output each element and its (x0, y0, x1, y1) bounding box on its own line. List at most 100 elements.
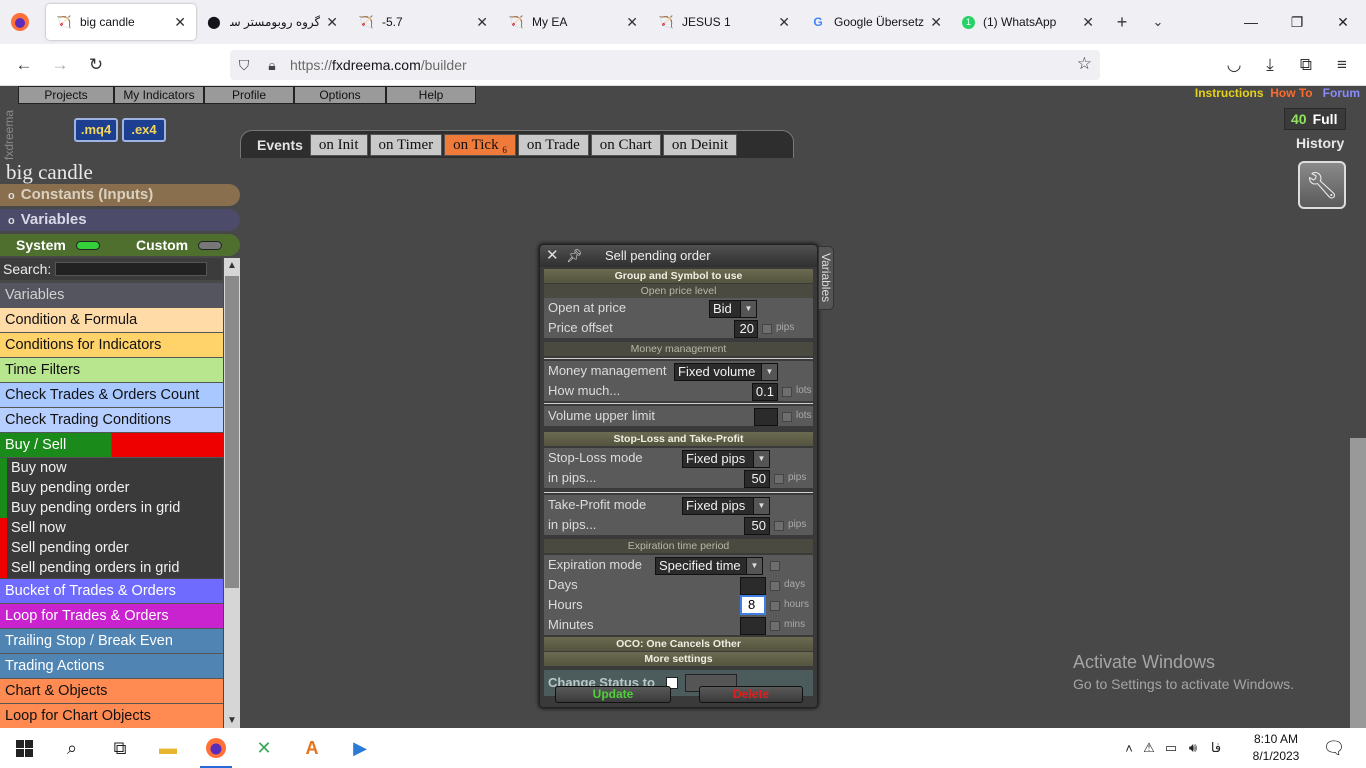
back-icon[interactable]: ← (6, 47, 42, 83)
volume-limit-input[interactable] (754, 408, 778, 426)
tp-pips-checkbox[interactable] (774, 521, 784, 531)
sl-pips-input[interactable]: 50 (744, 470, 770, 488)
category-trading-actions[interactable]: Trading Actions (0, 654, 223, 679)
sl-pips-checkbox[interactable] (774, 474, 784, 484)
category-bucket[interactable]: Bucket of Trades & Orders (0, 579, 223, 604)
close-dialog-icon[interactable]: ✕ (546, 245, 559, 267)
days-checkbox[interactable] (770, 581, 780, 591)
pin-icon[interactable]: 📌︎ (566, 245, 583, 267)
section-group-symbol[interactable]: Group and Symbol to use (544, 269, 813, 283)
price-offset-input[interactable]: 20 (734, 320, 758, 338)
variables-side-tab[interactable]: Variables (818, 246, 834, 310)
close-tab-icon[interactable]: ✕ (174, 14, 186, 31)
category-check-trading-conditions[interactable]: Check Trading Conditions (0, 408, 223, 433)
volume-limit-checkbox[interactable] (782, 412, 792, 422)
download-icon[interactable]: ⤓ (1252, 47, 1288, 83)
system-toggle[interactable] (76, 241, 100, 250)
scroll-up-icon[interactable]: ▲ (224, 260, 240, 271)
new-tab-icon[interactable]: + (1104, 4, 1140, 40)
menu-profile[interactable]: Profile (204, 86, 294, 104)
days-input[interactable] (740, 577, 766, 595)
autocad-icon[interactable]: A (288, 728, 336, 768)
money-management-select[interactable]: Fixed volume ▼ (674, 363, 778, 381)
menu-my-indicators[interactable]: My Indicators (114, 86, 204, 104)
trading-app-icon[interactable]: ✕ (240, 728, 288, 768)
open-at-price-select[interactable]: Bid ▼ (709, 300, 757, 318)
block-counter[interactable]: 40 Full (1284, 108, 1346, 130)
category-check-trades[interactable]: Check Trades & Orders Count (0, 383, 223, 408)
category-loop-chart-objects[interactable]: Loop for Chart Objects (0, 704, 223, 728)
clock[interactable]: 8:10 AM 8/1/2023 (1240, 731, 1312, 765)
volume-icon[interactable]: 🔊︎ (1182, 740, 1204, 756)
tab-robomaster[interactable]: ⬤ گروه روبومستر سا ✕ (196, 4, 348, 40)
sl-mode-select[interactable]: Fixed pips ▼ (682, 450, 770, 468)
tab-on-tick[interactable]: on Tick 6 (444, 133, 516, 156)
shield-icon[interactable]: ⛉ (230, 57, 258, 74)
category-variables[interactable]: Variables (0, 283, 223, 308)
category-buy-sell[interactable]: Buy / Sell (0, 433, 223, 458)
windows-start-icon[interactable] (0, 728, 48, 768)
mq4-button[interactable]: .mq4 (74, 118, 118, 142)
file-explorer-icon[interactable]: ▬ (144, 728, 192, 768)
how-much-checkbox[interactable] (782, 387, 792, 397)
firefox-taskbar-icon[interactable] (192, 728, 240, 768)
delete-button[interactable]: Delete (699, 686, 803, 703)
tab-on-deinit[interactable]: on Deinit (662, 133, 738, 156)
minutes-input[interactable] (740, 617, 766, 635)
category-time-filters[interactable]: Time Filters (0, 358, 223, 383)
minutes-checkbox[interactable] (770, 621, 780, 631)
task-view-icon[interactable]: ⧉ (96, 728, 144, 768)
price-offset-checkbox[interactable] (762, 324, 772, 334)
tab-on-init[interactable]: on Init (309, 133, 368, 156)
hamburger-menu-icon[interactable]: ≡ (1324, 47, 1360, 83)
reload-icon[interactable]: ↻ (78, 47, 114, 83)
bookmark-star-icon[interactable]: ☆ (1077, 54, 1092, 74)
scroll-thumb[interactable] (225, 276, 239, 588)
menu-options[interactable]: Options (294, 86, 386, 104)
tab-on-timer[interactable]: on Timer (369, 133, 443, 156)
category-loop-trades[interactable]: Loop for Trades & Orders (0, 604, 223, 629)
custom-toggle[interactable] (198, 241, 222, 250)
extensions-icon[interactable]: ⧉ (1288, 47, 1324, 83)
close-tab-icon[interactable]: ✕ (626, 14, 638, 31)
url-bar[interactable]: ⛉ 🔒︎ https://fxdreema.com/builder ☆ (230, 50, 1100, 80)
pocket-icon[interactable]: ◡ (1216, 47, 1252, 83)
update-button[interactable]: Update (555, 686, 671, 703)
language-indicator[interactable]: فا (1204, 740, 1228, 756)
notifications-icon[interactable]: 🗨︎ (1310, 728, 1358, 768)
ex4-button[interactable]: .ex4 (122, 118, 166, 142)
tp-mode-select[interactable]: Fixed pips ▼ (682, 497, 770, 515)
hours-input[interactable]: 8 (740, 595, 766, 615)
tab-jesus-1[interactable]: 🏹 JESUS 1 ✕ (648, 4, 800, 40)
url-text[interactable]: https://fxdreema.com/builder (290, 57, 467, 73)
dialog-header[interactable]: ✕ 📌︎ Sell pending order (540, 245, 817, 267)
media-player-icon[interactable]: ▶ (336, 728, 384, 768)
variables-panel[interactable]: o Variables (0, 209, 240, 231)
scroll-down-icon[interactable]: ▼ (224, 715, 240, 726)
category-trailing-stop[interactable]: Trailing Stop / Break Even (0, 629, 223, 654)
section-more-settings[interactable]: More settings (544, 652, 813, 666)
lock-icon[interactable]: 🔒︎ (258, 57, 286, 74)
tp-pips-input[interactable]: 50 (744, 517, 770, 535)
section-oco[interactable]: OCO: One Cancels Other (544, 637, 813, 651)
tab-5-7[interactable]: 🏹 -5.7 ✕ (348, 4, 498, 40)
block-sell-pending-grid[interactable]: Sell pending orders in grid (0, 558, 223, 578)
chevron-up-icon[interactable]: ˄ (1120, 741, 1138, 756)
menu-help[interactable]: Help (386, 86, 476, 104)
close-tab-icon[interactable]: ✕ (326, 14, 338, 31)
expiration-mode-select[interactable]: Specified time ▼ (655, 557, 763, 575)
block-buy-pending-grid[interactable]: Buy pending orders in grid (0, 498, 223, 518)
block-buy-pending-order[interactable]: Buy pending order (0, 478, 223, 498)
how-much-input[interactable]: 0.1 (752, 383, 778, 401)
category-conditions-indicators[interactable]: Conditions for Indicators (0, 333, 223, 358)
close-tab-icon[interactable]: ✕ (476, 14, 488, 31)
close-window-icon[interactable]: ✕ (1320, 0, 1366, 44)
howto-link[interactable]: How To (1270, 86, 1312, 100)
forum-link[interactable]: Forum (1323, 86, 1360, 100)
tab-my-ea[interactable]: 🏹 My EA ✕ (498, 4, 648, 40)
wrench-icon[interactable]: 🔧︎ (1298, 161, 1346, 209)
page-scrollbar[interactable] (1350, 438, 1366, 728)
category-condition-formula[interactable]: Condition & Formula (0, 308, 223, 333)
firefox-menu-icon[interactable] (0, 0, 40, 44)
instructions-link[interactable]: Instructions (1195, 86, 1264, 100)
